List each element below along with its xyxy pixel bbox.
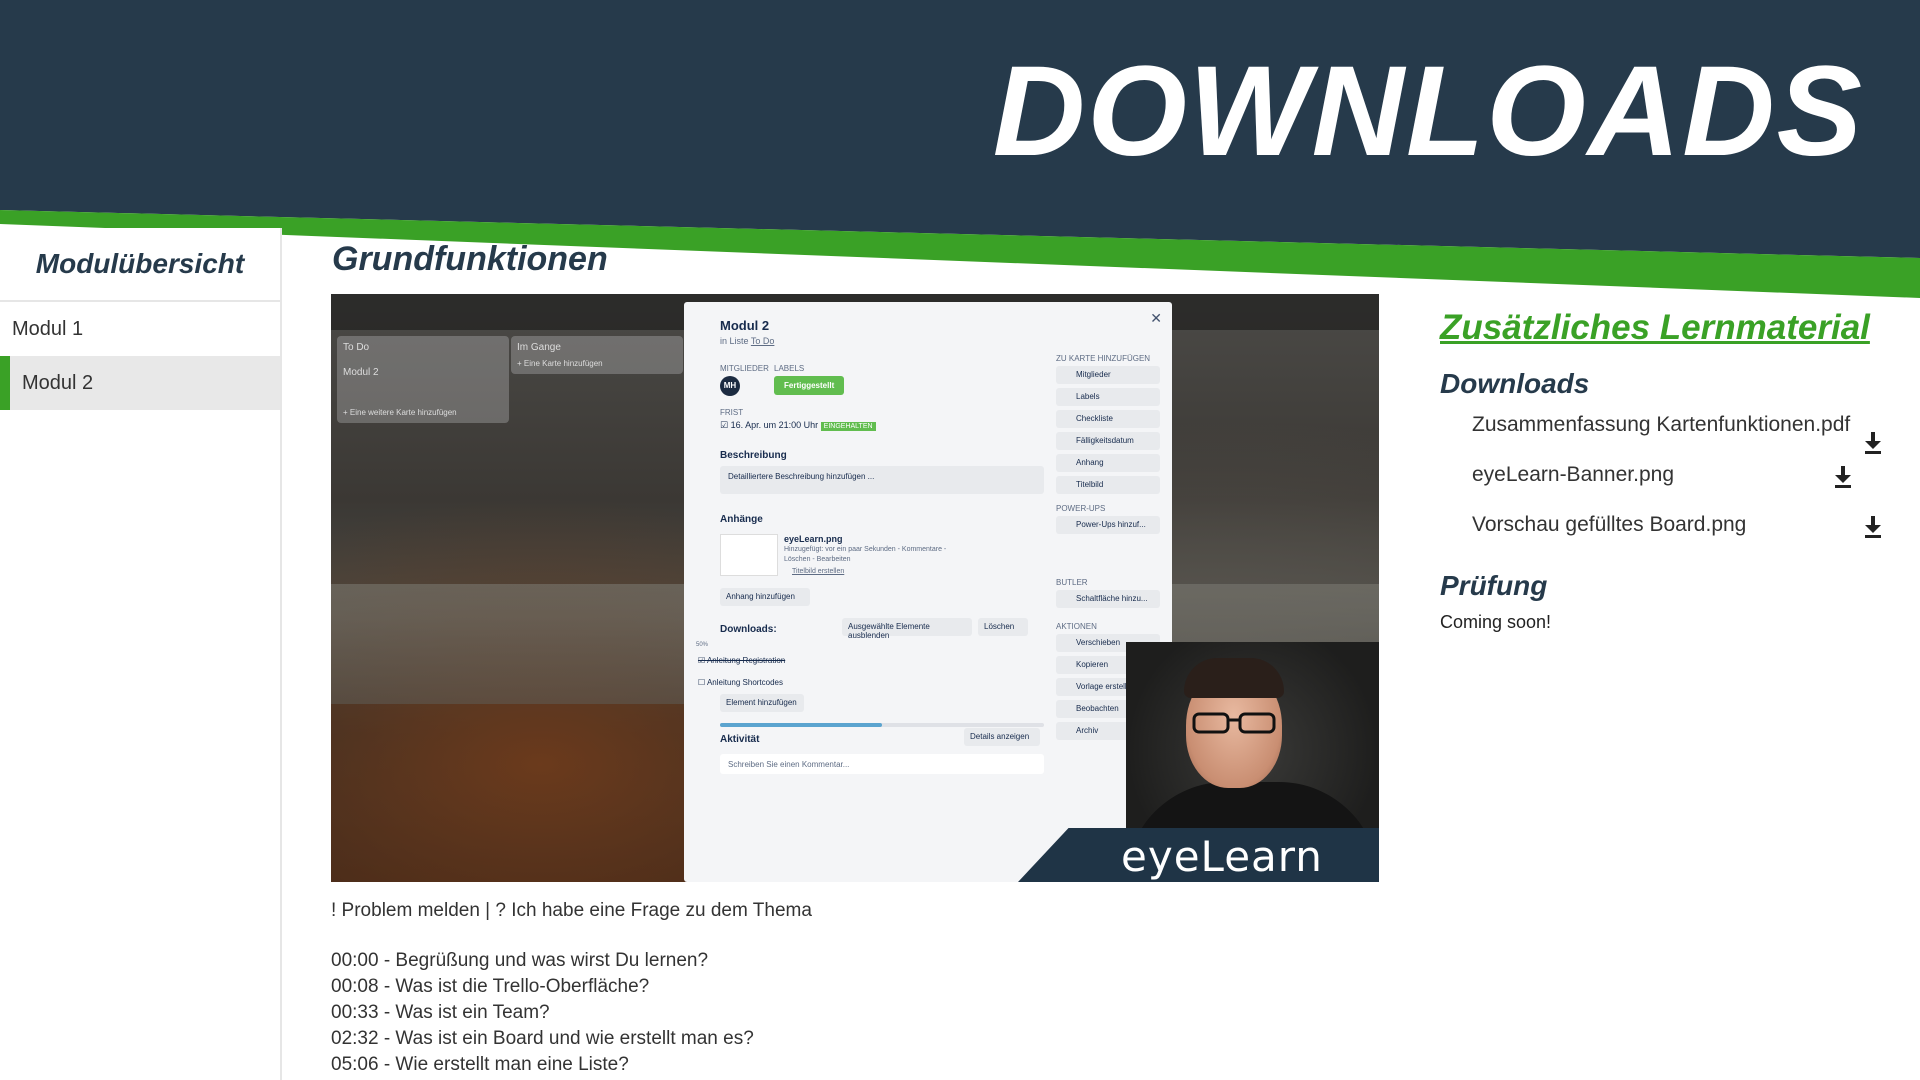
- attachments-title: Anhänge: [720, 514, 763, 525]
- trello-add-card: + Eine weitere Karte hinzufügen: [343, 408, 457, 417]
- chapter-item[interactable]: 00:08 - Was ist die Trello-Oberfläche?: [331, 974, 754, 1000]
- checklist-button: Checkliste: [1056, 410, 1160, 428]
- download-icon[interactable]: [1834, 466, 1852, 488]
- comment-field: Schreiben Sie einen Kommentar...: [720, 754, 1044, 774]
- trello-list-card: Modul 2: [343, 367, 379, 378]
- labels-button: Labels: [1056, 388, 1160, 406]
- members-button: Mitglieder: [1056, 366, 1160, 384]
- attachment-button: Anhang: [1056, 454, 1160, 472]
- glasses-icon: [1192, 712, 1276, 734]
- chapter-item[interactable]: 05:06 - Wie erstellt man eine Liste?: [331, 1052, 754, 1078]
- download-item-label: Zusammenfassung Kartenfunktionen.pdf: [1472, 413, 1851, 436]
- banner-title: DOWNLOADS: [992, 40, 1864, 183]
- trello-add-card: + Eine Karte hinzufügen: [517, 359, 603, 368]
- download-item[interactable]: Zusammenfassung Kartenfunktionen.pdf: [1440, 410, 1900, 460]
- cover-button: Titelbild: [1056, 476, 1160, 494]
- due-date-button: Fälligkeitsdatum: [1056, 432, 1160, 450]
- chapter-list: 00:00 - Begrüßung und was wirst Du lerne…: [331, 948, 754, 1078]
- sidebar-item-label: Modul 2: [22, 372, 94, 394]
- download-icon[interactable]: [1864, 516, 1882, 538]
- header-banner: DOWNLOADS: [0, 0, 1920, 300]
- chapter-item[interactable]: 02:32 - Was ist ein Board und wie erstel…: [331, 1026, 754, 1052]
- checklist-item: ☑ Anleitung Registration: [698, 656, 786, 665]
- powerups-title: POWER-UPS: [1056, 504, 1106, 513]
- checklist-progress-fill: [720, 723, 882, 727]
- additional-material-panel: Zusätzliches Lernmaterial Downloads Zusa…: [1440, 300, 1900, 633]
- checklist-title: Downloads:: [720, 624, 777, 635]
- chapter-item[interactable]: 00:33 - Was ist ein Team?: [331, 1000, 754, 1026]
- presenter-hair: [1184, 658, 1284, 698]
- add-item-button: Element hinzufügen: [720, 694, 804, 712]
- close-icon: ✕: [1150, 310, 1162, 326]
- attachment-meta: Hinzugefügt: vor ein paar Sekunden - Kom…: [784, 546, 947, 553]
- description-field: Detailliertere Beschreibung hinzufügen .…: [720, 466, 1044, 494]
- card-label-badge: Fertiggestellt: [774, 376, 845, 395]
- sidebar-title: Modulübersicht: [0, 228, 280, 302]
- exam-status: Coming soon!: [1440, 612, 1552, 632]
- due-label: FRIST: [720, 408, 744, 417]
- show-details-button: Details anzeigen: [964, 728, 1040, 746]
- attachment-name: eyeLearn.png: [784, 534, 843, 544]
- downloads-heading: Downloads: [1440, 368, 1590, 399]
- add-attachment-button: Anhang hinzufügen: [720, 588, 810, 606]
- sidebar-item-label: Modul 1: [12, 318, 84, 340]
- trello-list-title: Im Gange: [517, 342, 561, 353]
- card-title: Modul 2: [720, 318, 770, 333]
- butler-title: BUTLER: [1056, 578, 1088, 587]
- trello-list-im-gange: Im Gange + Eine Karte hinzufügen: [511, 336, 683, 374]
- butler-button: Schaltfläche hinzu...: [1056, 590, 1160, 608]
- labels-label: LABELS: [774, 364, 805, 373]
- avatar: MH: [720, 376, 740, 396]
- activity-title: Aktivität: [720, 734, 760, 745]
- chapter-item[interactable]: 00:00 - Begrüßung und was wirst Du lerne…: [331, 948, 754, 974]
- module-sidebar: Modulübersicht Modul 1 Modul 2: [0, 228, 282, 1080]
- card-list-ref: in Liste To Do: [720, 336, 775, 346]
- checklist-progress: [720, 723, 1044, 727]
- download-icon[interactable]: [1864, 432, 1882, 454]
- trello-list-title: To Do: [343, 342, 370, 353]
- hide-checked-button: Ausgewählte Elemente ausblenden: [842, 618, 972, 640]
- trello-list-todo: To Do Modul 2 + Eine weitere Karte hinzu…: [337, 336, 509, 423]
- page-title: Grundfunktionen: [332, 240, 608, 278]
- due-date: ☑ 16. Apr. um 21:00 Uhr EINGEHALTEN: [720, 420, 876, 431]
- delete-checklist-button: Löschen: [978, 618, 1028, 636]
- description-title: Beschreibung: [720, 450, 787, 461]
- download-item[interactable]: eyeLearn-Banner.png: [1440, 460, 1900, 510]
- additional-material-heading[interactable]: Zusätzliches Lernmaterial: [1440, 308, 1900, 348]
- sidebar-item-modul-2[interactable]: Modul 2: [0, 356, 280, 410]
- checklist-item: ☐ Anleitung Shortcodes: [698, 678, 784, 687]
- members-label: MITGLIEDER: [720, 364, 769, 373]
- progress-label: 50%: [696, 642, 709, 648]
- powerups-button: Power-Ups hinzuf...: [1056, 516, 1160, 534]
- attachment-thumbnail: [720, 534, 778, 576]
- add-to-card-title: ZU KARTE HINZUFÜGEN: [1056, 354, 1151, 363]
- exam-heading: Prüfung: [1440, 570, 1548, 601]
- actions-title: AKTIONEN: [1056, 622, 1097, 631]
- problem-report-links[interactable]: ! Problem melden | ? Ich habe eine Frage…: [331, 900, 812, 922]
- video-player[interactable]: To Do Modul 2 + Eine weitere Karte hinzu…: [331, 294, 1379, 882]
- trello-card-modal: Modul 2 in Liste To Do ✕ MITGLIEDER LABE…: [684, 302, 1172, 882]
- eyelearn-logo: eyeLearn: [1121, 832, 1323, 881]
- download-item[interactable]: Vorschau gefülltes Board.png: [1440, 510, 1900, 560]
- attachment-cover: Titelbild erstellen: [792, 568, 845, 575]
- download-item-label: Vorschau gefülltes Board.png: [1472, 513, 1747, 536]
- sidebar-item-modul-1[interactable]: Modul 1: [0, 302, 280, 356]
- download-item-label: eyeLearn-Banner.png: [1472, 463, 1674, 486]
- attachment-actions: Löschen - Bearbeiten: [784, 556, 851, 563]
